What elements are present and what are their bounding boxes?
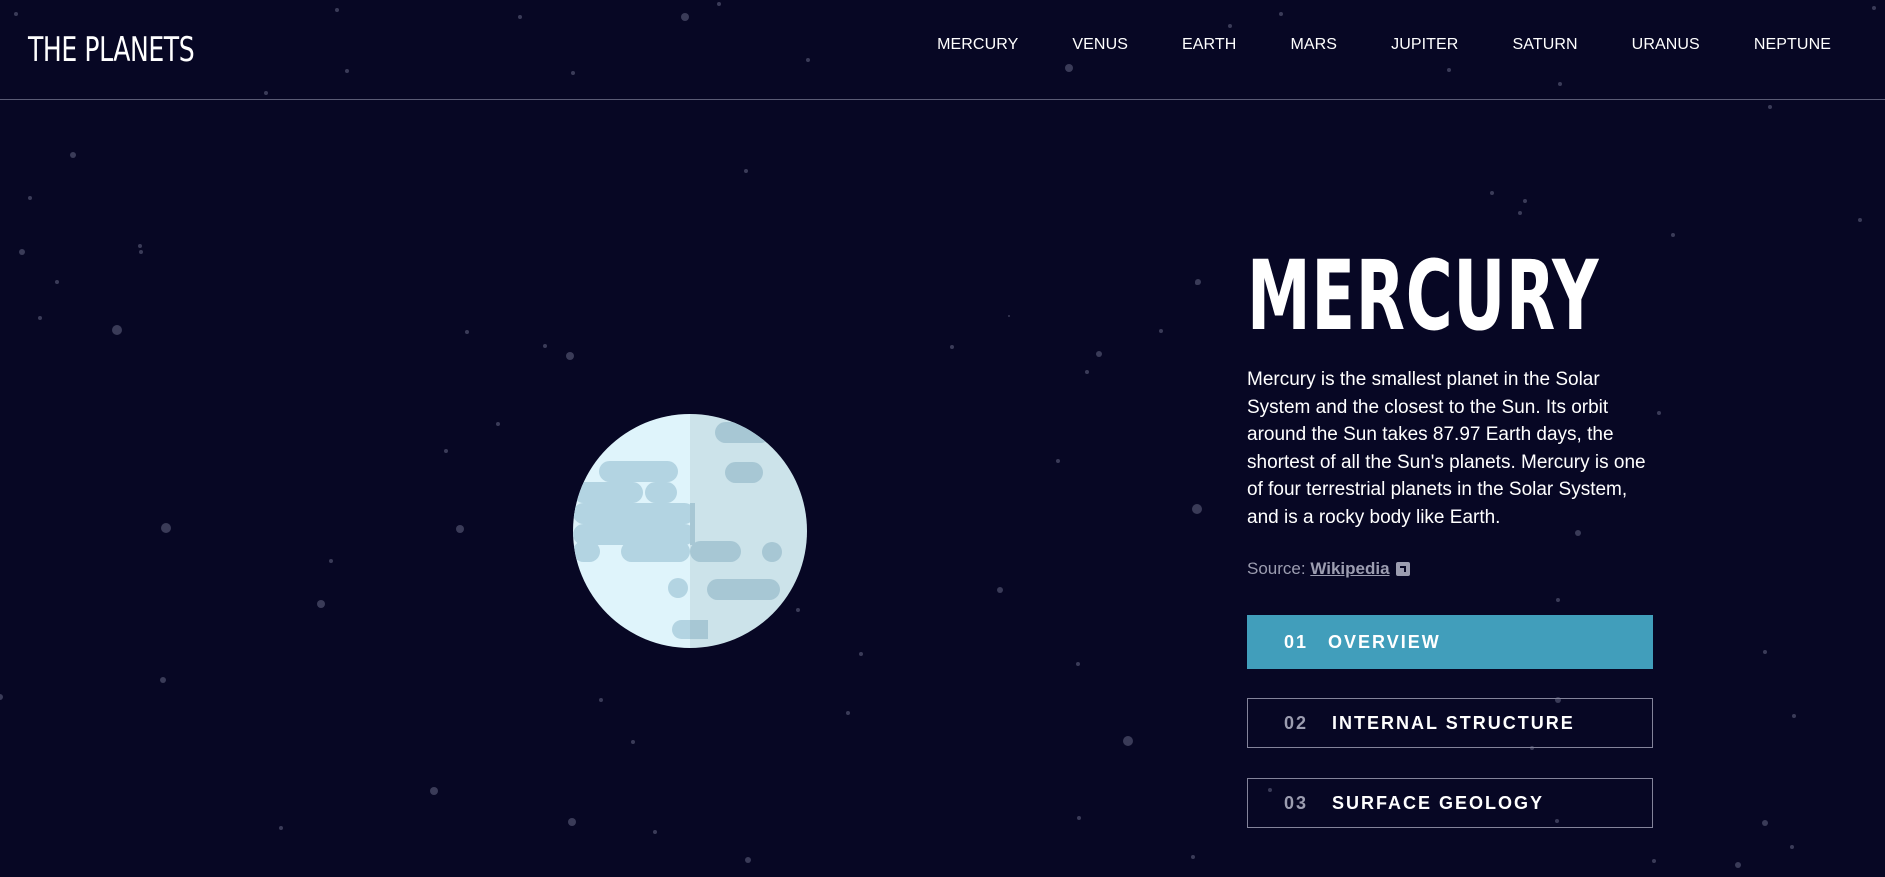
tab-label: SURFACE GEOLOGY	[1332, 792, 1545, 813]
source-line: Source: Wikipedia	[1247, 559, 1653, 579]
site-header: THE PLANETS MERCURY VENUS EARTH MARS JUP…	[0, 0, 1885, 100]
nav-item-neptune[interactable]: NEPTUNE	[1754, 36, 1831, 54]
tab-number: 02	[1284, 712, 1309, 733]
tab-surface-geology[interactable]: 03 SURFACE GEOLOGY	[1247, 778, 1653, 828]
nav-item-uranus[interactable]: URANUS	[1632, 36, 1700, 54]
planet-info-panel: MERCURY Mercury is the smallest planet i…	[1247, 232, 1653, 858]
tab-label: OVERVIEW	[1328, 631, 1441, 652]
planet-description: Mercury is the smallest planet in the So…	[1247, 369, 1646, 528]
tab-number: 01	[1284, 631, 1309, 652]
tab-number: 03	[1284, 792, 1309, 813]
nav-item-mars[interactable]: MARS	[1290, 36, 1337, 54]
view-tabs: 01 OVERVIEW 02 INTERNAL STRUCTURE 03 SUR…	[1247, 615, 1653, 828]
tab-label: INTERNAL STRUCTURE	[1332, 712, 1575, 733]
nav-item-earth[interactable]: EARTH	[1182, 36, 1236, 54]
nav-item-mercury[interactable]: MERCURY	[937, 36, 1018, 54]
site-logo[interactable]: THE PLANETS	[28, 30, 195, 70]
source-label: Source:	[1247, 559, 1306, 578]
planet-navigation: MERCURY VENUS EARTH MARS JUPITER SATURN …	[883, 36, 1831, 54]
planet-name: MERCURY	[1247, 240, 1600, 352]
mercury-planet-icon	[573, 414, 807, 648]
source-link[interactable]: Wikipedia	[1310, 559, 1389, 578]
nav-item-saturn[interactable]: SATURN	[1512, 36, 1577, 54]
nav-item-venus[interactable]: VENUS	[1072, 36, 1128, 54]
nav-item-jupiter[interactable]: JUPITER	[1391, 36, 1458, 54]
tab-overview[interactable]: 01 OVERVIEW	[1247, 615, 1653, 669]
external-link-icon[interactable]	[1395, 562, 1410, 576]
tab-internal-structure[interactable]: 02 INTERNAL STRUCTURE	[1247, 698, 1653, 748]
